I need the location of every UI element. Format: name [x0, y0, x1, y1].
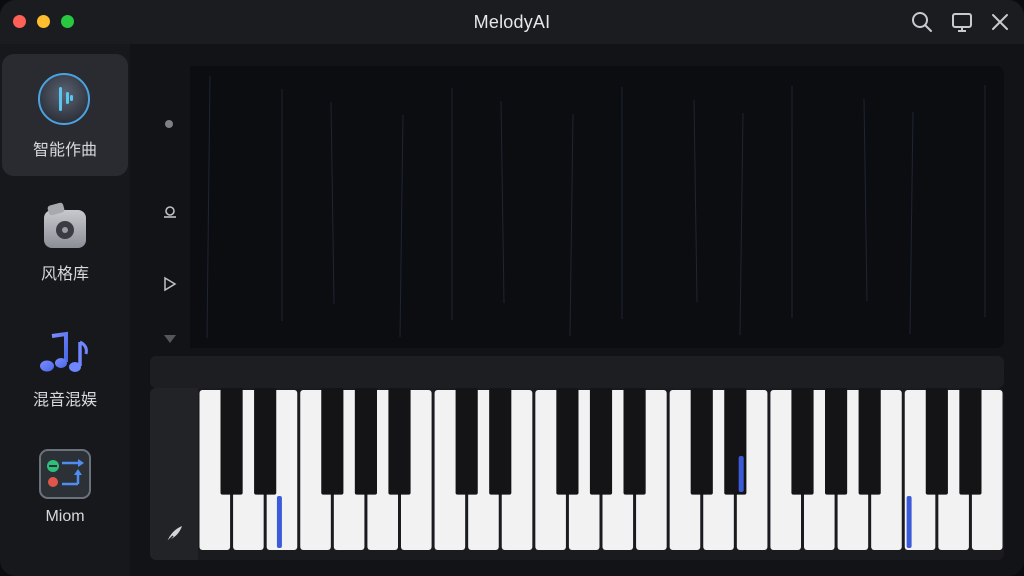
monitor-icon[interactable]: [950, 10, 974, 34]
piano-black-key: [825, 388, 848, 495]
window-title: MelodyAI: [473, 12, 551, 32]
piano-keys: [199, 388, 1003, 550]
search-icon[interactable]: [910, 10, 934, 34]
active-note-marker: [738, 456, 744, 492]
piano-black-key: [791, 388, 814, 495]
waveform-panel[interactable]: [150, 66, 1004, 348]
piano-toolbar: [150, 388, 198, 560]
sidebar-item-miom[interactable]: Miom: [0, 436, 130, 554]
piano-black-key: [220, 388, 243, 495]
dot-icon[interactable]: [164, 116, 174, 128]
ai-compose-icon: [37, 72, 91, 126]
sidebar-item-label: Miom: [45, 508, 85, 525]
piano-black-key: [321, 388, 344, 495]
piano-black-key: [254, 388, 277, 495]
sidebar-item-style-library[interactable]: 风格库: [0, 188, 130, 306]
waveform-toolbar: [150, 66, 190, 348]
piano-black-key: [690, 388, 713, 495]
sidebar-item-label: 风格库: [40, 266, 89, 283]
piano-black-key: [623, 388, 646, 495]
piano-black-key: [959, 388, 982, 495]
piano-black-key: [388, 388, 411, 495]
sidebar: 智能作曲 风格库 混音混娱 Miom: [0, 44, 130, 576]
app-window: MelodyAI 智能作曲 风格库 混音混娱 Miom: [0, 0, 1024, 576]
music-notes-icon: [38, 328, 92, 382]
timeline-strip[interactable]: [150, 356, 1004, 388]
piano-black-key: [858, 388, 881, 495]
piano-keyboard[interactable]: [150, 388, 1004, 560]
sidebar-item-label: 混音混娱: [32, 392, 97, 409]
piano-black-key: [589, 388, 613, 495]
active-note-marker: [276, 496, 282, 548]
sidebar-item-label: 智能作曲: [32, 142, 97, 159]
piano-black-key: [455, 388, 478, 495]
piano-black-key: [925, 388, 948, 495]
waveform-display: [190, 75, 1004, 339]
piano-black-key: [354, 388, 377, 495]
active-note-marker: [906, 496, 912, 548]
loop-icon[interactable]: [162, 204, 178, 220]
piano-black-key: [556, 388, 579, 495]
piano-black-key: [489, 388, 512, 495]
main-area: [130, 44, 1024, 576]
sidebar-item-mixing[interactable]: 混音混娱: [0, 314, 130, 432]
mixer-board-icon: [38, 448, 92, 502]
quill-pen-icon[interactable]: [164, 524, 184, 544]
down-arrow-icon[interactable]: [163, 332, 177, 344]
title-bar: MelodyAI: [0, 0, 1024, 44]
style-library-icon: [38, 200, 92, 254]
play-icon[interactable]: [163, 276, 177, 292]
close-icon[interactable]: [988, 10, 1012, 34]
sidebar-item-ai-compose[interactable]: 智能作曲: [2, 54, 128, 176]
